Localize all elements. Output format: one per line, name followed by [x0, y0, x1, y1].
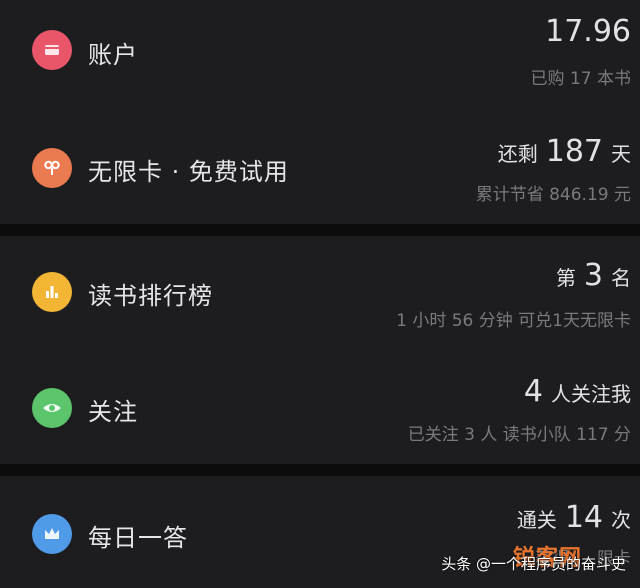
savings-total: 累计节省 846.19 元 — [475, 185, 631, 205]
followers-count: 4 人关注我 — [523, 374, 631, 409]
ranking-label: 读书排行榜 — [88, 282, 213, 310]
following-detail: 已关注 3 人 读书小队 117 分 — [407, 425, 631, 445]
quiz-pass-count: 通关 14 次 — [516, 500, 631, 535]
reading-time: 1 小时 56 分钟 可兑1天无限卡 — [396, 311, 631, 331]
follow-row[interactable]: 关注 4 人关注我 已关注 3 人 读书小队 117 分 — [0, 348, 640, 460]
wallet-icon — [32, 30, 72, 70]
follow-label: 关注 — [88, 398, 138, 426]
rank-position: 第 3 名 — [555, 258, 631, 293]
eye-icon — [32, 388, 72, 428]
crown-icon — [32, 514, 72, 554]
unlimited-card-row[interactable]: 无限卡 · 免费试用 还剩 187 天 累计节省 846.19 元 — [0, 112, 640, 224]
social-section: 读书排行榜 第 3 名 1 小时 56 分钟 可兑1天无限卡 关注 4 人关注我… — [0, 236, 640, 464]
purchased-count: 已购 17 本书 — [530, 69, 631, 89]
days-remaining: 还剩 187 天 — [497, 134, 631, 169]
unlimited-card-label: 无限卡 · 免费试用 — [88, 158, 289, 186]
account-balance: 17.96 — [545, 14, 631, 49]
watermark-text: 头条 @一个程序员的奋斗史 — [441, 555, 626, 573]
account-row[interactable]: 账户 17.96 已购 17 本书 — [0, 0, 640, 112]
bar-chart-icon — [32, 272, 72, 312]
ranking-row[interactable]: 读书排行榜 第 3 名 1 小时 56 分钟 可兑1天无限卡 — [0, 236, 640, 348]
daily-quiz-label: 每日一答 — [88, 524, 188, 552]
infinity-icon — [32, 148, 72, 188]
account-label: 账户 — [88, 41, 138, 69]
wallet-section: 账户 17.96 已购 17 本书 无限卡 · 免费试用 还剩 187 天 累计… — [0, 0, 640, 224]
